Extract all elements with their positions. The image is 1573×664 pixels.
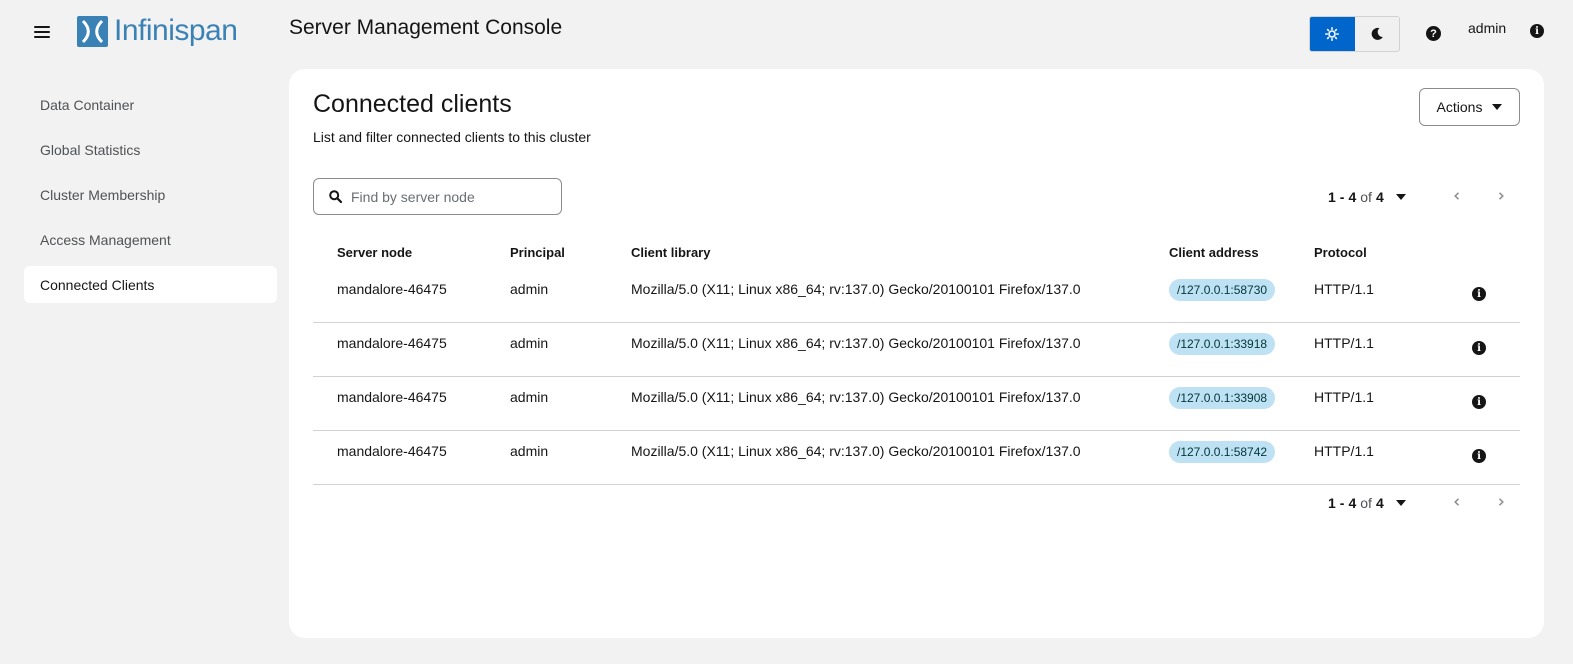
server-node-cell: mandalore-46475	[337, 389, 447, 405]
column-header-principal: Principal	[510, 245, 565, 260]
pagination-dash: -	[1339, 495, 1345, 511]
client-address-badge: /127.0.0.1:33908	[1169, 387, 1276, 409]
sidebar-item-global-statistics[interactable]: Global Statistics	[24, 131, 277, 168]
page-title: Connected clients	[313, 90, 512, 118]
infinispan-logo-mark-icon	[77, 15, 108, 47]
chevron-left-icon[interactable]	[1453, 192, 1461, 200]
table-row: mandalore-46475 admin Mozilla/5.0 (X11; …	[313, 377, 1520, 431]
row-info-icon[interactable]: i	[1472, 395, 1486, 409]
server-node-cell: mandalore-46475	[337, 335, 447, 351]
column-header-client-library: Client library	[631, 245, 711, 260]
server-node-cell: mandalore-46475	[337, 281, 447, 297]
row-info-icon[interactable]: i	[1472, 287, 1486, 301]
client-address-badge: /127.0.0.1:58730	[1169, 279, 1276, 301]
search-icon	[329, 190, 342, 203]
pagination-end: 4	[1348, 495, 1357, 511]
theme-toggle	[1309, 16, 1400, 52]
pagination-range-toggle[interactable]: 1 - 4 of 4	[1328, 495, 1406, 511]
connected-clients-table: Server node Principal Client library Cli…	[313, 239, 1520, 485]
client-address-badge: /127.0.0.1:33918	[1169, 333, 1276, 355]
page-description: List and filter connected clients to thi…	[313, 129, 591, 145]
chevron-left-icon[interactable]	[1453, 498, 1461, 506]
sidebar-item-connected-clients[interactable]: Connected Clients	[24, 266, 277, 303]
principal-cell: admin	[510, 443, 549, 459]
principal-cell: admin	[510, 335, 549, 351]
sidebar-item-data-container[interactable]: Data Container	[24, 86, 277, 123]
column-header-protocol: Protocol	[1314, 245, 1367, 260]
client-address-cell: /127.0.0.1:58730	[1169, 279, 1276, 301]
logo-text: Infinispan	[114, 14, 238, 47]
sidebar-item-label: Global Statistics	[40, 141, 141, 158]
pagination-dash: -	[1339, 189, 1345, 205]
app-title: Server Management Console	[289, 16, 563, 39]
sidebar-item-label: Connected Clients	[40, 276, 155, 293]
sun-icon	[1325, 27, 1340, 41]
protocol-cell: HTTP/1.1	[1314, 389, 1374, 405]
actions-dropdown-button[interactable]: Actions	[1419, 88, 1520, 126]
pagination-start: 1	[1328, 189, 1336, 205]
pagination-bottom: 1 - 4 of 4	[1328, 493, 1406, 513]
client-library-cell: Mozilla/5.0 (X11; Linux x86_64; rv:137.0…	[631, 281, 1081, 297]
pagination-total: 4	[1375, 189, 1384, 205]
main-card: Connected clients List and filter connec…	[289, 69, 1544, 638]
client-address-badge: /127.0.0.1:58742	[1169, 441, 1276, 463]
principal-cell: admin	[510, 389, 549, 405]
row-info-icon[interactable]: i	[1472, 341, 1486, 355]
client-address-cell: /127.0.0.1:58742	[1169, 441, 1276, 463]
search-field[interactable]	[313, 178, 562, 215]
actions-label: Actions	[1436, 99, 1483, 115]
pagination-of: of	[1360, 495, 1372, 511]
sidebar-nav: Data Container Global Statistics Cluster…	[24, 86, 277, 311]
chevron-right-icon[interactable]	[1497, 192, 1505, 200]
caret-down-icon	[1395, 500, 1406, 506]
pagination-total: 4	[1375, 495, 1384, 511]
column-header-client-address: Client address	[1169, 245, 1259, 260]
caret-down-icon	[1395, 194, 1406, 200]
sidebar-item-cluster-membership[interactable]: Cluster Membership	[24, 176, 277, 213]
infinispan-logo[interactable]: Infinispan	[77, 14, 238, 48]
client-library-cell: Mozilla/5.0 (X11; Linux x86_64; rv:137.0…	[631, 335, 1081, 351]
column-header-server-node: Server node	[337, 245, 413, 260]
client-address-cell: /127.0.0.1:33918	[1169, 333, 1276, 355]
pagination-end: 4	[1348, 189, 1357, 205]
sidebar-item-label: Data Container	[40, 96, 135, 113]
masthead: Infinispan Server Management Console ? a…	[0, 0, 1573, 66]
pagination-start: 1	[1328, 495, 1336, 511]
protocol-cell: HTTP/1.1	[1314, 281, 1374, 297]
search-input[interactable]	[351, 188, 551, 205]
principal-cell: admin	[510, 281, 549, 297]
sidebar-item-label: Access Management	[40, 231, 171, 248]
hamburger-menu-icon[interactable]	[34, 26, 50, 40]
light-theme-button[interactable]	[1310, 17, 1355, 51]
row-info-icon[interactable]: i	[1472, 449, 1486, 463]
pagination-top: 1 - 4 of 4	[1328, 187, 1406, 207]
about-info-icon[interactable]: i	[1530, 24, 1544, 38]
table-row: mandalore-46475 admin Mozilla/5.0 (X11; …	[313, 323, 1520, 377]
client-library-cell: Mozilla/5.0 (X11; Linux x86_64; rv:137.0…	[631, 443, 1081, 459]
help-icon[interactable]: ?	[1426, 26, 1441, 41]
sidebar-item-label: Cluster Membership	[40, 186, 166, 203]
client-address-cell: /127.0.0.1:33908	[1169, 387, 1276, 409]
sidebar-item-access-management[interactable]: Access Management	[24, 221, 277, 258]
protocol-cell: HTTP/1.1	[1314, 443, 1374, 459]
dark-theme-button[interactable]	[1355, 17, 1400, 51]
table-row: mandalore-46475 admin Mozilla/5.0 (X11; …	[313, 269, 1520, 323]
moon-icon	[1371, 27, 1383, 40]
table-header: Server node Principal Client library Cli…	[313, 239, 1520, 269]
server-node-cell: mandalore-46475	[337, 443, 447, 459]
user-menu[interactable]: admin	[1468, 20, 1506, 36]
chevron-right-icon[interactable]	[1497, 498, 1505, 506]
pagination-of: of	[1360, 189, 1372, 205]
protocol-cell: HTTP/1.1	[1314, 335, 1374, 351]
caret-down-icon	[1492, 104, 1503, 110]
pagination-range-toggle[interactable]: 1 - 4 of 4	[1328, 189, 1406, 205]
client-library-cell: Mozilla/5.0 (X11; Linux x86_64; rv:137.0…	[631, 389, 1081, 405]
table-row: mandalore-46475 admin Mozilla/5.0 (X11; …	[313, 431, 1520, 485]
